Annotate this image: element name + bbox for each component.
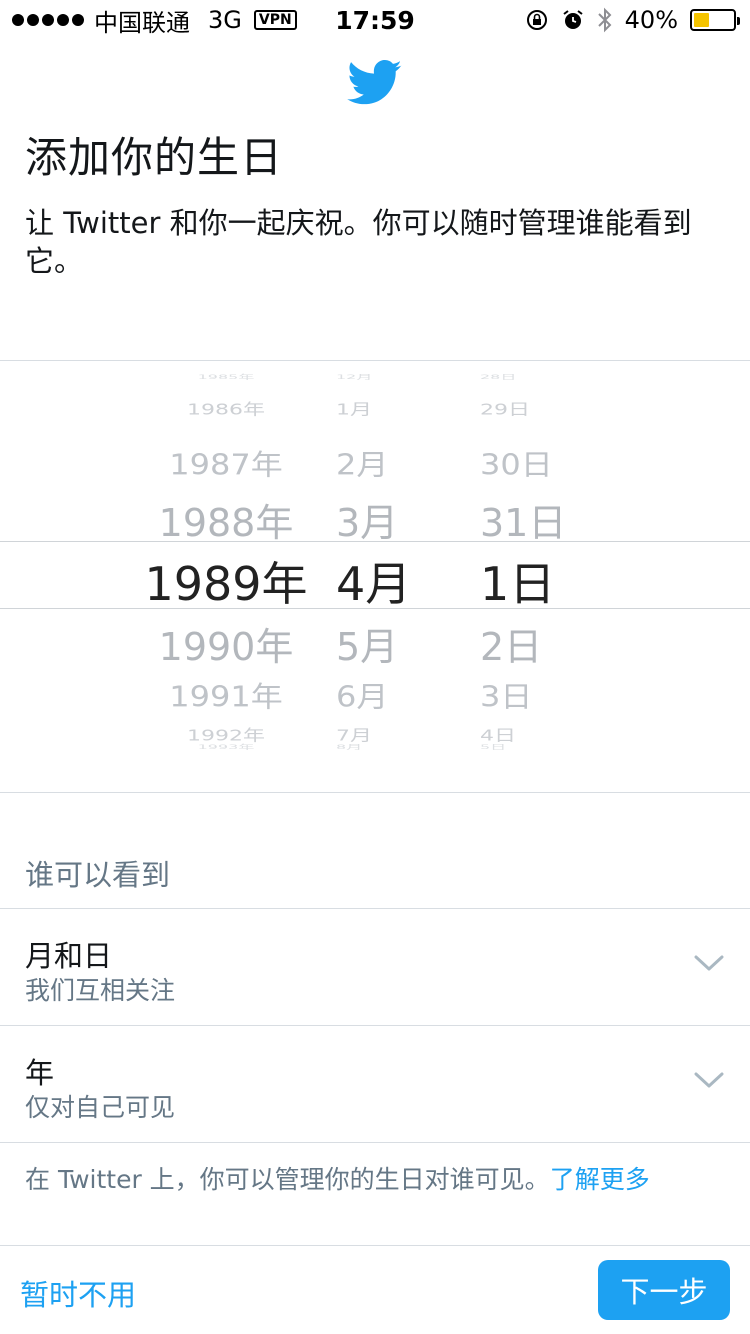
month-option[interactable]: 6月	[326, 675, 426, 715]
month-option[interactable]: 1月	[326, 397, 426, 419]
day-option[interactable]: 29日	[470, 397, 580, 419]
month-option[interactable]: 8月	[326, 741, 426, 751]
day-option[interactable]: 31日	[470, 492, 580, 547]
picker-bottom-divider	[0, 792, 750, 793]
status-right: 40%	[525, 6, 740, 34]
month-option[interactable]: 3月	[326, 492, 426, 547]
chevron-down-icon[interactable]	[694, 1070, 724, 1090]
visibility-row-title: 月和日	[25, 939, 113, 973]
month-selected[interactable]: 4月	[326, 548, 426, 614]
visibility-row-value: 我们互相关注	[25, 976, 176, 1005]
year-selected[interactable]: 1989年	[136, 548, 316, 614]
year-option[interactable]: 1986年	[136, 397, 316, 419]
page-title: 添加你的生日	[25, 133, 284, 182]
skip-button[interactable]: 暂时不用	[20, 1272, 136, 1314]
picker-top-divider	[0, 360, 750, 361]
month-option[interactable]: 12月	[326, 371, 426, 381]
footnote: 在 Twitter 上，你可以管理你的生日对谁可见。了解更多	[25, 1160, 650, 1196]
visibility-section-label: 谁可以看到	[25, 858, 171, 892]
day-option[interactable]: 30日	[470, 443, 580, 483]
month-wheel[interactable]: 12月 1月 2月 3月 4月 5月 6月 7月 8月	[326, 362, 426, 792]
battery-percent: 40%	[624, 6, 678, 34]
day-selected[interactable]: 1日	[470, 548, 580, 614]
day-wheel[interactable]: 28日 29日 30日 31日 1日 2日 3日 4日 5日	[470, 362, 580, 792]
visibility-row-title: 年	[25, 1056, 55, 1090]
year-option[interactable]: 1991年	[136, 675, 316, 715]
alarm-icon	[563, 10, 583, 29]
birthday-date-picker[interactable]: 1985年 1986年 1987年 1988年 1989年 1990年 1991…	[0, 362, 750, 792]
day-option[interactable]: 2日	[470, 616, 580, 671]
status-bar: 中国联通 3G VPN 17:59 40%	[0, 0, 750, 40]
twitter-bird-icon	[347, 60, 402, 105]
year-visibility-row[interactable]: 年 仅对自己可见	[0, 1026, 750, 1142]
year-option[interactable]: 1990年	[136, 616, 316, 671]
orientation-lock-icon	[526, 10, 547, 30]
day-option[interactable]: 28日	[470, 371, 580, 381]
battery-fill	[694, 13, 710, 27]
bluetooth-icon	[597, 7, 612, 33]
next-button[interactable]: 下一步	[598, 1260, 730, 1320]
bottom-action-bar: 暂时不用 下一步	[0, 1245, 750, 1334]
visibility-row-value: 仅对自己可见	[25, 1093, 176, 1122]
battery-icon	[690, 9, 740, 31]
footnote-text: 在 Twitter 上，你可以管理你的生日对谁可见。	[25, 1165, 550, 1194]
learn-more-link[interactable]: 了解更多	[550, 1165, 650, 1194]
year-option[interactable]: 1993年	[136, 741, 316, 751]
visibility-divider	[0, 1142, 750, 1143]
month-day-visibility-row[interactable]: 月和日 我们互相关注	[0, 909, 750, 1025]
month-option[interactable]: 2月	[326, 443, 426, 483]
month-option[interactable]: 5月	[326, 616, 426, 671]
year-wheel[interactable]: 1985年 1986年 1987年 1988年 1989年 1990年 1991…	[136, 362, 316, 792]
day-option[interactable]: 5日	[470, 741, 580, 751]
year-option[interactable]: 1988年	[136, 492, 316, 547]
day-option[interactable]: 3日	[470, 675, 580, 715]
year-option[interactable]: 1985年	[136, 371, 316, 381]
page-description: 让 Twitter 和你一起庆祝。你可以随时管理谁能看到它。	[25, 206, 692, 278]
chevron-down-icon[interactable]	[694, 953, 724, 973]
year-option[interactable]: 1987年	[136, 443, 316, 483]
